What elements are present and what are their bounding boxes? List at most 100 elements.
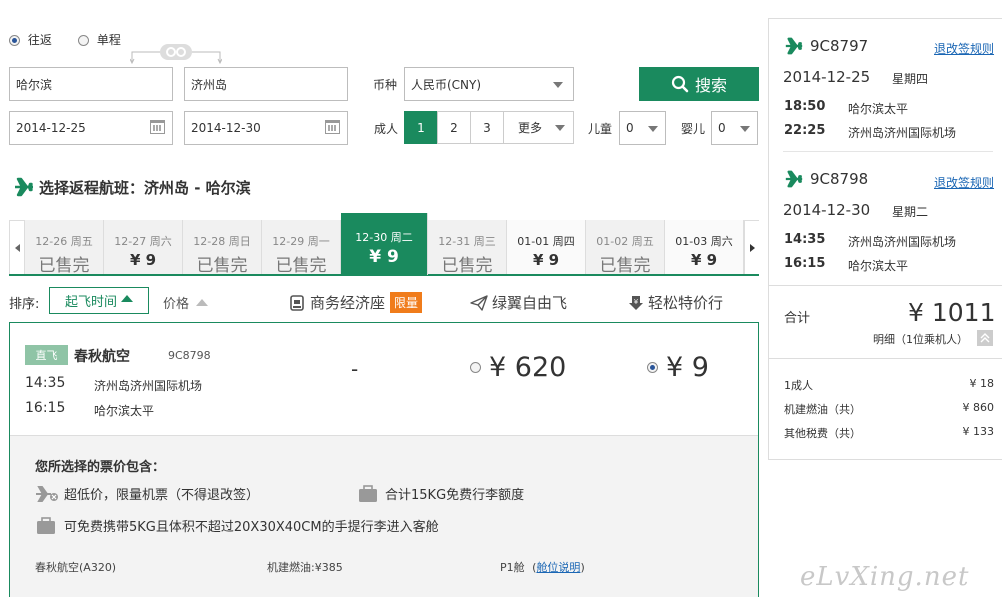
to-city-input[interactable]: 济州岛 [184,67,348,101]
date-tab-01-02[interactable]: 01-02 周五 已售完 [586,220,665,276]
date-tab-price: 已售完 [275,256,327,276]
leg1-date: 2014-12-25 [783,68,871,86]
adult-more-select[interactable]: 更多 [503,111,574,144]
section-title: 选择返程航班：济州岛 - 哈尔滨 [39,178,251,197]
sort-by-time-button[interactable]: 起飞时间 [49,287,149,314]
leg2-weekday: 星期二 [892,205,929,219]
depart-date-input[interactable]: 2014-12-25 [9,111,173,145]
section-header: 选择返程航班：济州岛 - 哈尔滨 [13,176,251,198]
sort-by-price-button[interactable]: 价格 [163,293,209,312]
leg2-flight-number: 9C8798 [810,170,869,188]
trip-single-option[interactable]: 单程 [78,31,121,48]
easy-fare-option[interactable]: ¥ 9 [647,352,709,383]
cabin-green-header: 绿翼自由飞 [470,292,567,313]
date-next-button[interactable] [744,221,759,274]
from-city-input[interactable]: 哈尔滨 [9,67,173,101]
date-tab-weekday: 周三 [473,235,496,248]
fare-details-title: 您所选择的票价包含： [35,460,166,475]
to-city-value: 济州岛 [191,77,228,92]
currency-select[interactable]: 人民币(CNY) [404,67,574,101]
trip-round-radio[interactable] [9,35,20,46]
infant-select[interactable]: 0 [711,111,758,145]
footer-aircraft: 春秋航空(A320) [35,561,117,574]
direct-badge: 直飞 [25,345,68,365]
chevron-down-icon [555,125,565,131]
leg2-header: 9C8798 [783,169,868,189]
collapse-detail-button[interactable] [977,330,993,346]
calendar-icon[interactable] [325,120,340,134]
date-tab-date: 12-28 [193,235,226,248]
date-tab-12-31[interactable]: 12-31 周三 已售完 [428,220,507,276]
date-tab-12-29[interactable]: 12-29 周一 已售完 [262,220,341,276]
fare-item-baggage: 合计15KG免费行李额度 [358,484,524,503]
infant-label: 婴儿 [681,122,706,136]
price-row-label: 其他税费（共） [784,427,861,440]
sort-by-time-label: 起飞时间 [64,295,117,310]
date-tab-12-28[interactable]: 12-28 周日 已售完 [183,220,262,276]
price-row-label: 1成人 [784,379,813,392]
date-tab-price: ¥ 9 [532,251,560,269]
flight-dep-time: 14:35 [25,375,66,391]
price-row-value: ¥ 860 [962,401,995,414]
search-button-label: 搜索 [694,76,727,95]
infant-value: 0 [718,121,726,135]
green-fare-radio[interactable] [470,362,481,373]
trip-single-radio[interactable] [78,35,89,46]
footer-fuel: 机建燃油:¥385 [267,561,343,574]
date-tab-date: 12-27 [114,235,147,248]
leg1-flight-number: 9C8797 [810,37,869,55]
flight-airline: 春秋航空 [74,349,130,365]
leg1-arr-airport: 济州岛济州国际机场 [848,126,957,140]
leg1-weekday: 星期四 [892,72,929,86]
adult-more-label: 更多 [518,121,543,135]
swap-cities-icon[interactable] [129,44,223,65]
child-label: 儿童 [588,122,613,136]
date-tab-01-03[interactable]: 01-03 周六 ¥ 9 [665,220,744,274]
date-tab-12-26[interactable]: 12-26 周五 已售完 [25,220,104,276]
fare-item-baggage-text: 合计15KG免费行李额度 [385,488,525,503]
paper-plane-icon [470,294,488,311]
child-select[interactable]: 0 [619,111,666,145]
chevron-up-icon [980,333,990,343]
depart-date-value: 2014-12-25 [16,121,86,135]
calendar-icon[interactable] [150,120,165,134]
trip-round-label: 往返 [27,33,52,47]
date-prev-button[interactable] [10,221,25,274]
trip-single-label: 单程 [96,33,121,47]
easy-fare-price: ¥ 9 [666,352,709,383]
return-date-input[interactable]: 2014-12-30 [184,111,348,145]
date-tab-price: ¥ 9 [369,247,399,267]
date-tab-12-30[interactable]: 12-30 周二 ¥ 9 [341,213,428,275]
cabin-green-label: 绿翼自由飞 [492,294,568,312]
search-button[interactable]: 搜索 [639,67,759,101]
leg2-arr-airport: 哈尔滨太平 [848,259,909,273]
adult-option-3[interactable]: 3 [470,111,504,144]
date-tab-12-27[interactable]: 12-27 周六 ¥ 9 [104,220,183,274]
date-tab-date: 01-01 [517,235,550,248]
trip-round-option[interactable]: 往返 [9,31,52,48]
date-tab-date: 12-29 [272,235,305,248]
leg1-rules-link[interactable]: 退改签规则 [934,40,994,57]
arrow-up-icon [121,295,133,302]
date-tab-01-01[interactable]: 01-01 周四 ¥ 9 [507,220,586,274]
total-label: 合计 [784,311,811,326]
date-tab-weekday: 周一 [307,235,330,248]
airplane-icon [15,177,33,197]
chevron-down-icon [740,126,750,132]
date-tab-date: 01-03 [675,235,708,248]
easy-fare-radio[interactable] [647,362,658,373]
adult-option-1[interactable]: 1 [404,111,438,144]
cabin-info-link[interactable]: 舱位说明 [536,561,580,574]
leg2-rules-link[interactable]: 退改签规则 [934,174,994,191]
adult-option-2[interactable]: 2 [437,111,471,144]
green-fare-option[interactable]: ¥ 620 [470,352,566,383]
leg1-arr-time: 22:25 [784,123,826,138]
date-tab-weekday: 周五 [70,235,93,248]
date-tab-weekday: 周四 [552,235,575,248]
date-tab-price: 已售完 [196,256,248,276]
airplane-icon [785,37,803,55]
return-date-value: 2014-12-30 [191,121,261,135]
leg2-date: 2014-12-30 [783,201,871,219]
luggage-icon [37,516,55,534]
date-tab-weekday: 周日 [228,235,251,248]
